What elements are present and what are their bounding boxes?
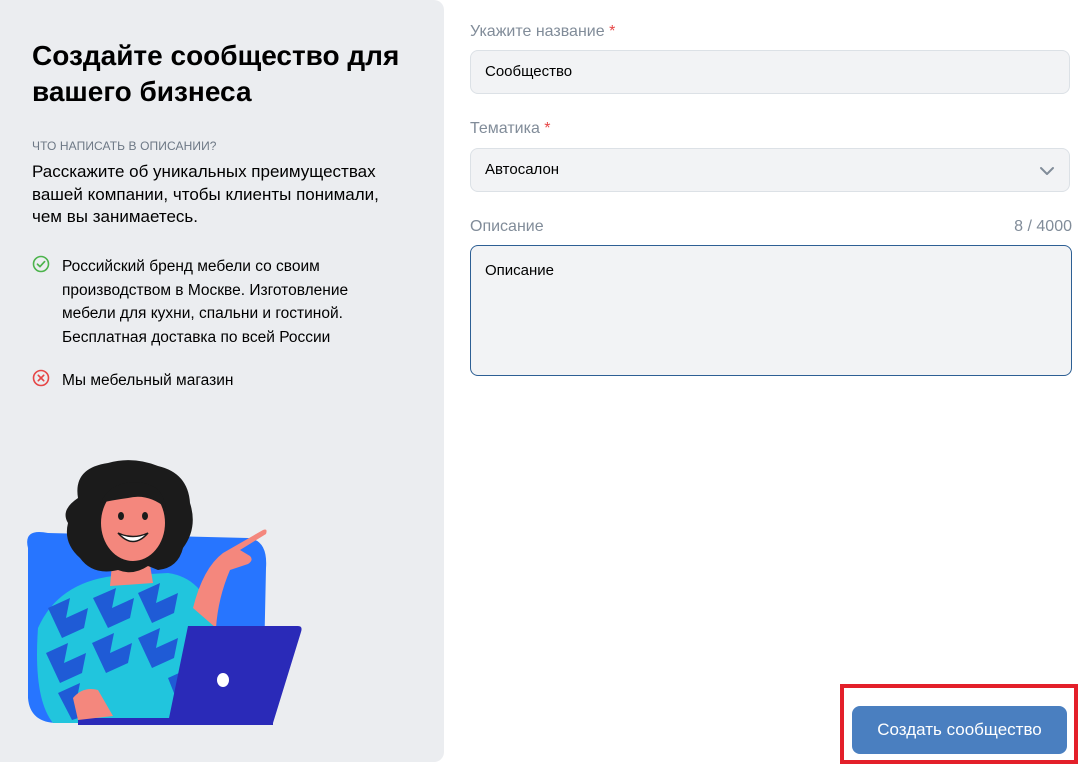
page-title: Создайте сообщество для вашего бизнеса [32,40,400,107]
theme-select[interactable]: Автосалон [470,148,1070,192]
description-label: Описание [470,218,544,235]
chevron-down-icon [1040,167,1054,175]
bad-example-text: Мы мебельный магазин [62,372,234,389]
description-char-counter: 8 / 4000 [1014,218,1072,235]
info-panel: Создайте сообщество для вашего бизнеса Ч… [0,0,444,762]
theme-select-value: Автосалон [485,161,560,178]
community-name-input[interactable]: Сообщество [470,50,1070,94]
theme-label: Тематика * [470,120,551,138]
check-circle-icon [32,255,50,273]
hint-text: Расскажите об уникальных преимуществах в… [32,162,379,226]
name-label: Укажите название * [470,23,615,41]
woman-with-laptop-illustration [27,460,302,725]
name-label-text: Укажите название [470,23,605,40]
cross-circle-icon [32,369,50,387]
hint-label: ЧТО НАПИСАТЬ В ОПИСАНИИ? [32,139,217,153]
create-community-button[interactable]: Создать сообщество [852,706,1067,754]
description-textarea[interactable]: Описание [470,245,1072,376]
good-example-text: Российский бренд мебели со своим произво… [62,258,349,346]
required-mark: * [609,23,616,40]
theme-label-text: Тематика [470,120,540,137]
required-mark: * [544,120,551,137]
